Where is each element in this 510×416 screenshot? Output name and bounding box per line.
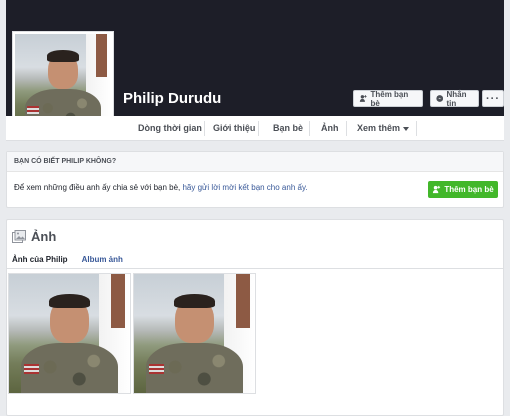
know-person-description: Để xem những điều anh ấy chia sẻ với bạn… xyxy=(14,183,183,192)
know-person-header: BẠN CÓ BIẾT PHILIP KHÔNG? xyxy=(7,152,503,172)
tab-more-label: Xem thêm xyxy=(357,123,401,133)
know-person-card: BẠN CÓ BIẾT PHILIP KHÔNG? Để xem những đ… xyxy=(6,151,504,208)
photos-icon xyxy=(12,230,26,243)
tab-photos[interactable]: Ảnh xyxy=(315,116,345,141)
profile-tabs: Dòng thời gian Giới thiệu Bạn bè Ảnh Xem… xyxy=(6,116,504,141)
photo-image xyxy=(9,274,130,393)
messenger-icon xyxy=(436,95,444,102)
tab-timeline[interactable]: Dòng thời gian xyxy=(132,116,208,141)
add-friend-icon xyxy=(433,185,441,194)
photo-thumbnail[interactable] xyxy=(133,273,256,394)
tab-photos-of-philip[interactable]: Ảnh của Philip xyxy=(12,255,68,264)
tab-more[interactable]: Xem thêm xyxy=(351,116,415,141)
add-friend-green-button[interactable]: Thêm bạn bè xyxy=(428,181,498,198)
add-friend-icon xyxy=(359,95,367,102)
send-friend-request-link[interactable]: hãy gửi lời mời kết bạn cho anh ấy. xyxy=(182,183,307,192)
chevron-down-icon xyxy=(403,126,410,131)
profile-name[interactable]: Philip Durudu xyxy=(123,90,221,107)
know-person-text: Để xem những điều anh ấy chia sẻ với bạn… xyxy=(14,183,308,192)
photos-title[interactable]: Ảnh xyxy=(12,229,56,244)
tab-albums[interactable]: Album ảnh xyxy=(82,255,123,264)
tab-friends[interactable]: Bạn bè xyxy=(267,116,309,141)
photos-card: Ảnh Ảnh của Philip Album ảnh xyxy=(6,219,504,416)
more-options-button[interactable]: ··· xyxy=(482,90,504,107)
message-button[interactable]: Nhắn tin xyxy=(430,89,479,108)
profile-photo xyxy=(15,34,111,129)
message-label: Nhắn tin xyxy=(446,89,467,108)
photos-title-label: Ảnh xyxy=(31,229,57,244)
add-friend-button[interactable]: Thêm bạn bè xyxy=(353,89,423,108)
photo-thumbnail[interactable] xyxy=(8,273,131,394)
photo-image xyxy=(134,274,255,393)
photos-subtabs: Ảnh của Philip Album ảnh xyxy=(12,255,123,264)
tab-about[interactable]: Giới thiệu xyxy=(207,116,261,141)
add-friend-green-label: Thêm bạn bè xyxy=(444,185,494,194)
add-friend-label: Thêm bạn bè xyxy=(370,89,409,108)
